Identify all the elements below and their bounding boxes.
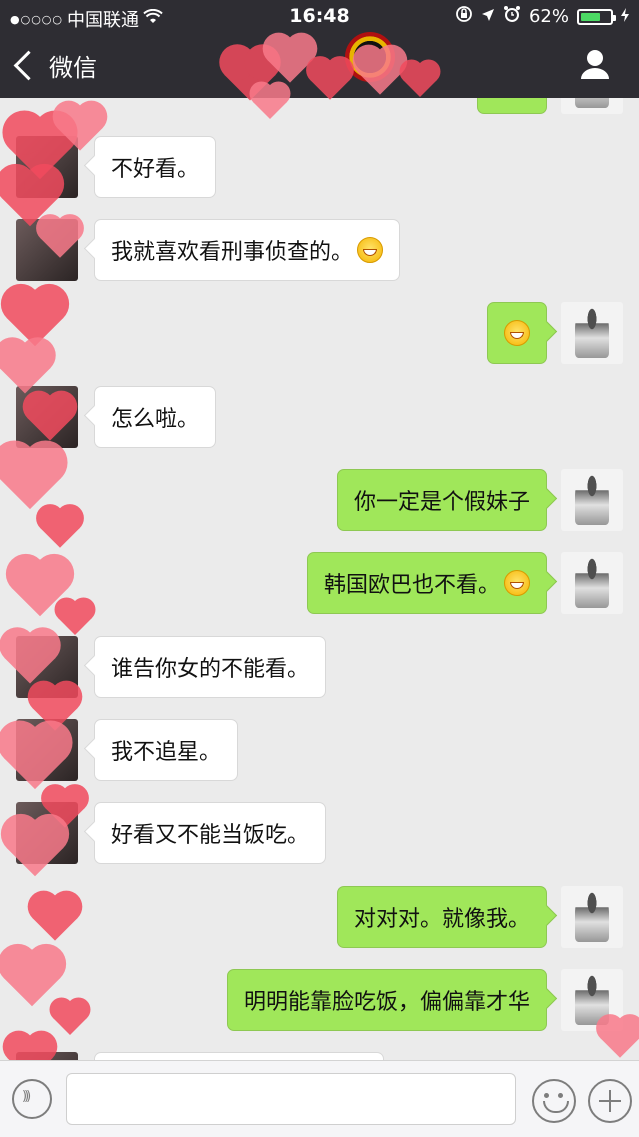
alarm-icon [503, 5, 521, 28]
status-bar: ●○○○○ 中国联通 16:48 62% [0, 0, 639, 34]
heart-decoration-icon [3, 949, 61, 1007]
chevron-left-icon [13, 50, 44, 81]
avatar-self[interactable] [561, 552, 623, 614]
message-text: 对对对。就像我。 [353, 907, 530, 932]
heart-decoration-icon [53, 1001, 87, 1035]
heart-decoration-icon [600, 1018, 639, 1058]
message-bubble-received[interactable]: 我就喜欢看刑事侦查的。 [94, 219, 401, 281]
location-icon [481, 6, 495, 27]
emoji-icon[interactable] [532, 1079, 576, 1123]
message-text: 我就喜欢看刑事侦查的。 [111, 240, 354, 265]
top-bar: ●○○○○ 中国联通 16:48 62% 微信 [0, 0, 639, 119]
message-bubble-sent[interactable] [477, 98, 547, 114]
laughing-tears-emoji-icon [357, 237, 384, 263]
chat-area[interactable]: 不好看。 我就喜欢看刑事侦查的。 怎么啦。 你一定是个假妹子 韩国欧巴也不看。 [0, 98, 639, 1060]
message-bubble-received[interactable]: 怎么啦。 [94, 386, 217, 448]
message-text: 你一定是个假妹子 [353, 490, 530, 515]
message-text: 怎么啦。 [111, 407, 200, 432]
person-icon[interactable] [579, 48, 611, 80]
heart-decoration-icon [32, 895, 78, 941]
input-bar [0, 1060, 639, 1137]
plus-icon[interactable] [588, 1079, 632, 1123]
back-button[interactable]: 微信 [13, 48, 97, 83]
message-bubble-sent[interactable] [487, 302, 547, 364]
heart-decoration-icon [40, 508, 80, 548]
heart-decoration-icon [0, 446, 62, 510]
message-text: 明明能靠脸吃饭，偏偏靠才华 [243, 990, 530, 1015]
avatar-self[interactable] [561, 98, 623, 114]
grinning-emoji-icon [504, 570, 530, 596]
message-text: 谁告你女的不能看。 [111, 657, 310, 682]
message-bubble-sent[interactable]: 韩国欧巴也不看。 [306, 552, 547, 614]
message-text: 不好看。 [111, 157, 200, 182]
back-label: 微信 [49, 54, 97, 82]
message-text: 好看又不能当饭吃。 [111, 823, 310, 848]
avatar-self[interactable] [561, 469, 623, 531]
message-bubble-received[interactable] [94, 1052, 384, 1060]
grinning-emoji-icon [504, 320, 530, 346]
avatar-self[interactable] [561, 302, 623, 364]
heart-decoration-icon [6, 819, 64, 877]
message-bubble-received[interactable]: 我不追星。 [94, 719, 239, 781]
heart-decoration-icon [7, 1035, 53, 1060]
battery-icon [577, 8, 616, 25]
message-bubble-sent[interactable]: 你一定是个假妹子 [336, 469, 547, 531]
rotation-lock-icon [455, 5, 473, 28]
message-bubble-sent[interactable]: 明明能靠脸吃饭，偏偏靠才华 [226, 969, 547, 1031]
message-bubble-received[interactable]: 谁告你女的不能看。 [94, 636, 327, 698]
heart-decoration-icon [58, 601, 92, 635]
message-bubble-sent[interactable]: 对对对。就像我。 [336, 886, 547, 948]
message-input[interactable] [66, 1073, 516, 1125]
voice-icon[interactable] [12, 1079, 52, 1119]
message-text: 我不追星。 [111, 740, 222, 765]
message-text: 韩国欧巴也不看。 [323, 573, 500, 598]
avatar-self[interactable] [561, 886, 623, 948]
message-bubble-received[interactable]: 好看又不能当饭吃。 [94, 802, 327, 864]
message-bubble-received[interactable]: 不好看。 [94, 136, 217, 198]
charging-icon [621, 6, 629, 27]
battery-percent: 62% [528, 6, 569, 27]
